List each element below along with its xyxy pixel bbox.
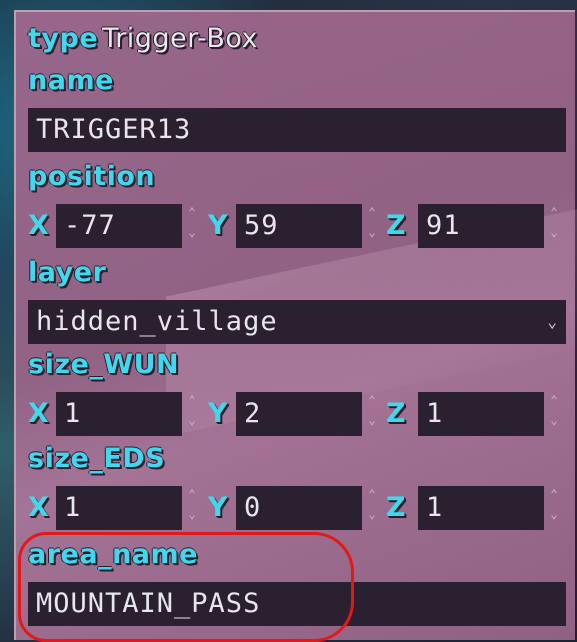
size-eds-y-field[interactable]: 0 [236,486,362,530]
name-field[interactable]: TRIGGER13 [28,108,566,152]
size-wun-z-field[interactable]: 1 [418,392,544,436]
size-wun-x-axis-label: X [28,398,49,429]
area-name-field[interactable]: MOUNTAIN_PASS [28,582,566,626]
size-eds-x-spinner-icon[interactable]: ⌃ ⌄ [184,486,200,530]
type-label: type [28,23,99,54]
chevron-down-icon: ⌄ [547,312,558,331]
position-y-spinner-icon[interactable]: ⌃ ⌄ [364,204,380,248]
layer-label: layer [28,257,107,288]
position-x-axis-label: X [28,210,49,241]
position-label: position [28,161,156,192]
size-eds-z-field[interactable]: 1 [418,486,544,530]
size-wun-y-field[interactable]: 2 [236,392,362,436]
area-name-label: area_name [28,539,198,570]
layer-value: hidden_village [36,306,278,337]
size-eds-z-spinner-icon[interactable]: ⌃ ⌄ [546,486,562,530]
size-wun-label: size_WUN [28,349,180,380]
size-eds-z-axis-label: Z [386,492,406,523]
size-wun-z-axis-label: Z [386,398,406,429]
size-wun-y-spinner-icon[interactable]: ⌃ ⌄ [364,392,380,436]
position-y-field[interactable]: 59 [236,204,362,248]
type-row: type Trigger-Box [28,22,258,56]
size-wun-z-spinner-icon[interactable]: ⌃ ⌄ [546,392,562,436]
position-x-spinner-icon[interactable]: ⌃ ⌄ [184,204,200,248]
position-z-axis-label: Z [386,210,406,241]
size-wun-x-field[interactable]: 1 [56,392,182,436]
size-wun-y-axis-label: Y [208,398,228,429]
position-z-spinner-icon[interactable]: ⌃ ⌄ [546,204,562,248]
size-wun-x-spinner-icon[interactable]: ⌃ ⌄ [184,392,200,436]
layer-select[interactable]: hidden_village ⌄ [28,300,566,344]
size-eds-x-field[interactable]: 1 [56,486,182,530]
size-eds-y-spinner-icon[interactable]: ⌃ ⌄ [364,486,380,530]
position-z-field[interactable]: 91 [418,204,544,248]
type-value: Trigger-Box [102,23,259,54]
position-x-field[interactable]: -77 [56,204,182,248]
position-y-axis-label: Y [208,210,228,241]
size-eds-x-axis-label: X [28,492,49,523]
property-panel: type Trigger-Box name TRIGGER13 position … [14,10,577,642]
name-label: name [28,65,114,96]
size-eds-label: size_EDS [28,443,166,474]
size-eds-y-axis-label: Y [208,492,228,523]
